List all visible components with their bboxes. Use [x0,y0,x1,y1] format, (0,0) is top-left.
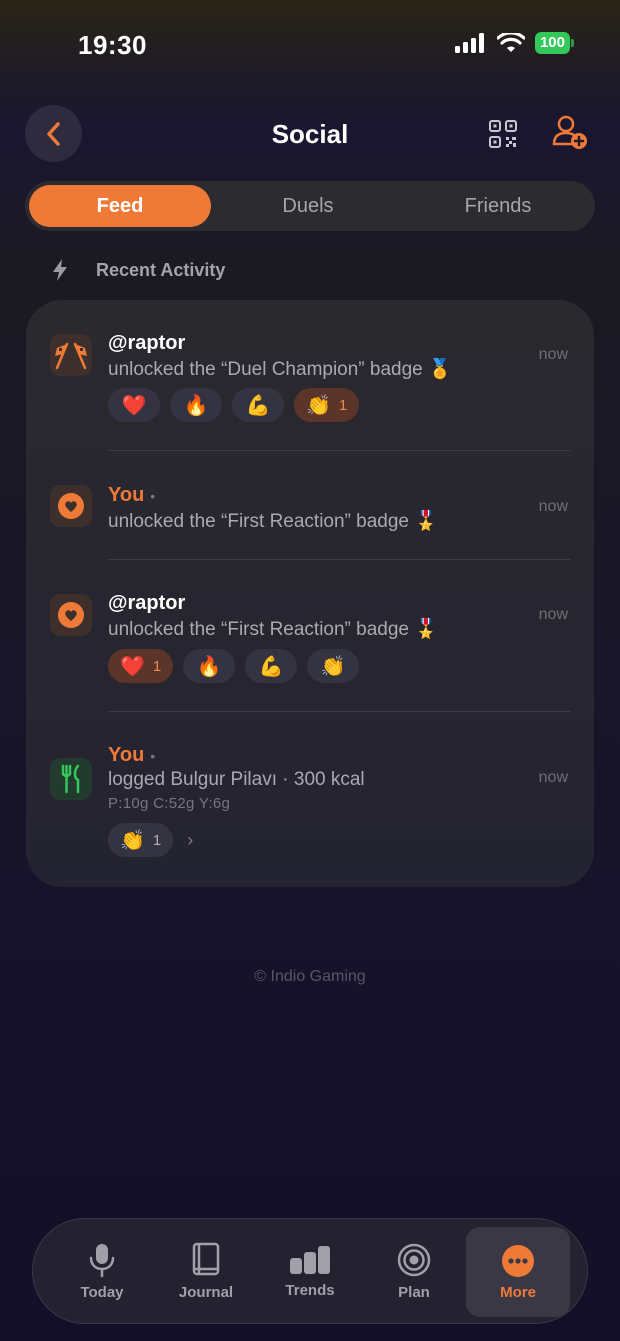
muscle-emoji: 💪 [245,394,271,417]
signal-icon [454,33,484,53]
wifi-icon [496,33,525,52]
reaction-muscle[interactable]: 💪 [245,649,298,683]
microphone-icon [89,1243,115,1277]
reaction-clap[interactable]: 👏 1 [294,388,360,422]
separator-dot: • [150,488,156,504]
feed-item[interactable]: You • unlocked the “First Reaction” badge… [26,451,594,559]
macros-summary: P:10g C:52g Y:6g [108,795,231,812]
status-time: 19:30 [78,30,147,60]
lightning-icon [53,259,67,281]
reaction-heart[interactable]: ❤️ 1 [108,649,174,683]
separator-dot: • [150,748,156,764]
feed-time: now [538,346,568,363]
feed-user[interactable]: @raptor [108,332,185,355]
tabbar-trends[interactable]: Trends [258,1219,362,1323]
fire-emoji: 🔥 [183,394,209,417]
segmented-tabs: Feed Duels Friends [25,181,595,231]
feed-description: unlocked the “Duel Champion” badge 🏅 [108,359,452,380]
tab-feed[interactable]: Feed [29,185,211,227]
feed-item[interactable]: @raptor unlocked the “First Reaction” ba… [26,560,594,710]
tabbar-label: Plan [398,1283,430,1301]
bar-chart-icon [290,1245,330,1274]
muscle-emoji: 💪 [258,655,284,678]
nav-bar: Social [0,100,620,172]
reaction-muscle[interactable]: 💪 [232,388,284,422]
fork-knife-icon [50,758,92,800]
checkered-flags-icon [50,334,92,376]
user-name: You [108,484,145,506]
qr-code-icon [489,120,517,148]
tab-friends[interactable]: Friends [405,185,591,227]
feed-user[interactable]: You • [108,744,155,767]
tabbar-label: Today [80,1283,124,1301]
user-name: You [108,744,145,766]
reaction-count: 1 [338,396,348,414]
page-title: Social [271,119,349,149]
bottom-tab-bar: Today Journal Trends Plan More [32,1218,588,1324]
more-dots-icon [502,1244,534,1277]
reaction-clap[interactable]: 👏 [307,649,360,683]
feed-description: unlocked the “First Reaction” badge 🎖️ [108,619,438,640]
clap-emoji: 👏 [320,655,346,678]
tabbar-today[interactable]: Today [50,1219,154,1323]
clap-emoji: 👏 [120,829,145,852]
clap-emoji: 👏 [306,394,331,417]
reaction-bar: ❤️ 1 🔥 💪 👏 [108,649,360,683]
heart-badge-icon [50,594,92,636]
reaction-bar: ❤️ 🔥 💪 👏 1 [108,388,360,422]
section-title: Recent Activity [96,259,226,280]
feed-time: now [538,498,568,515]
feed-time: now [538,606,568,623]
feed-user[interactable]: @raptor [108,592,185,615]
tabbar-label: Journal [178,1283,234,1301]
reaction-count: 1 [152,831,162,849]
status-icons: 100 [454,32,575,54]
reaction-fire[interactable]: 🔥 [183,649,236,683]
tabbar-more[interactable]: More [466,1227,570,1317]
reaction-heart[interactable]: ❤️ [108,388,160,422]
tabbar-label: More [500,1283,536,1301]
tabbar-plan[interactable]: Plan [362,1219,466,1323]
fire-emoji: 🔥 [196,655,222,678]
feed-user[interactable]: You • [108,484,155,507]
feed-description: logged Bulgur Pilavı · 300 kcal [108,769,365,790]
feed-item[interactable]: You • logged Bulgur Pilavı · 300 kcal P:1… [26,712,594,882]
add-friend-button[interactable] [552,114,588,150]
book-icon [192,1242,220,1275]
activity-feed: @raptor unlocked the “Duel Champion” bad… [26,300,594,887]
qr-code-button[interactable] [489,120,517,148]
section-header: Recent Activity [50,258,225,282]
battery-indicator: 100 [534,32,575,54]
heart-emoji: ❤️ [120,655,145,678]
tab-duels[interactable]: Duels [217,185,399,227]
heart-emoji: ❤️ [121,394,147,417]
reaction-fire[interactable]: 🔥 [170,388,222,422]
reaction-count: 1 [152,657,162,675]
add-person-icon [552,115,587,149]
feed-time: now [538,769,568,786]
feed-description: unlocked the “First Reaction” badge 🎖️ [108,511,438,532]
status-bar: 19:30 100 [0,0,620,90]
target-icon [397,1243,431,1276]
tabbar-label: Trends [285,1281,335,1299]
reaction-clap[interactable]: 👏 1 [108,823,174,857]
feed-item[interactable]: @raptor unlocked the “Duel Champion” bad… [26,300,594,450]
tabbar-journal[interactable]: Journal [154,1219,258,1323]
reaction-bar: 👏 1 › [108,823,193,857]
heart-badge-icon [50,485,92,527]
chevron-right-icon[interactable]: › [187,830,193,851]
copyright-text: © Indio Gaming [254,968,366,985]
